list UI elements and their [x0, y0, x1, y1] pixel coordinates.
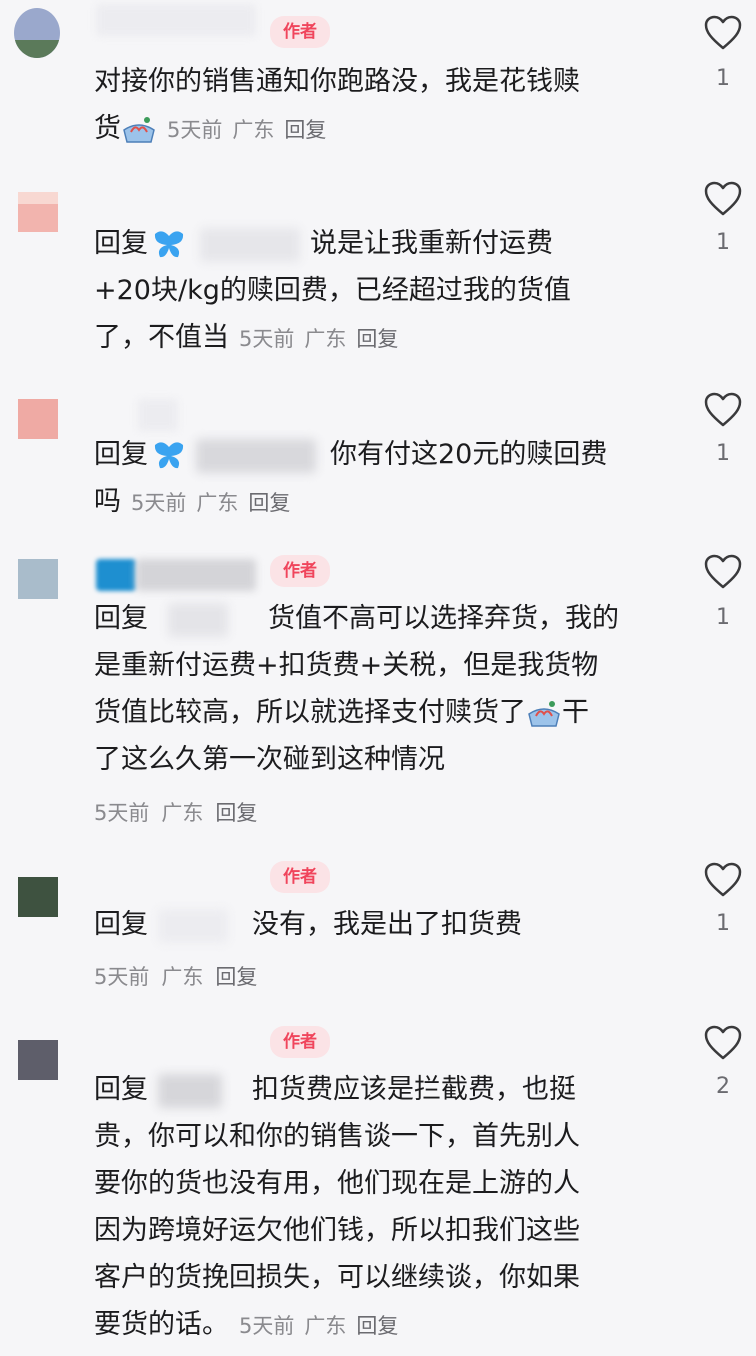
- mentioned-username[interactable]: [200, 227, 300, 262]
- avatar[interactable]: [14, 8, 60, 58]
- mentioned-username[interactable]: [158, 908, 228, 943]
- like-count: 1: [716, 441, 730, 466]
- comment-4: 作者 回复 货值不高可以选择弃货，我的 是重新付运费+扣货费+关税，但是我货物 货…: [0, 545, 756, 855]
- reply-link[interactable]: 回复: [248, 491, 290, 515]
- location: 广东: [304, 1314, 347, 1338]
- like-heart-icon[interactable]: [703, 1024, 743, 1062]
- timestamp: 5天前: [94, 801, 150, 825]
- comment-5: 作者 回复 没有，我是出了扣货费 5天前 广东 回复 1: [0, 855, 756, 1020]
- reply-link[interactable]: 回复: [215, 801, 257, 825]
- avatar[interactable]: [18, 559, 58, 599]
- reply-prefix: 回复: [94, 909, 148, 940]
- reply-prefix: 回复: [94, 228, 148, 259]
- reply-prefix: 回复: [94, 439, 148, 470]
- comment-text: 对接你的销售通知你跑路没，我是花钱赎 货 5天前 广东 回复: [94, 66, 580, 144]
- comment-2: 回复 说是让我重新付运费 +20块/kg的赎回费，已经超过我的货值 了，不值当 5天…: [0, 170, 756, 385]
- location: 广东: [161, 801, 204, 825]
- mentioned-username[interactable]: [158, 1073, 222, 1108]
- username[interactable]: [138, 399, 178, 431]
- location: 广东: [161, 965, 204, 989]
- timestamp: 5天前: [167, 118, 223, 142]
- reply-link[interactable]: 回复: [356, 1314, 398, 1338]
- author-badge: 作者: [270, 861, 330, 893]
- like-count: 1: [716, 911, 730, 936]
- comment-meta: 5天前 广东 回复: [94, 797, 269, 827]
- comment-text: 回复 说是让我重新付运费 +20块/kg的赎回费，已经超过我的货值 了，不值当 5天…: [94, 227, 571, 353]
- comment-text: 回复 没有，我是出了扣货费: [94, 901, 674, 948]
- like-heart-icon[interactable]: [703, 180, 743, 218]
- mentioned-username[interactable]: [168, 602, 228, 637]
- location: 广东: [304, 327, 347, 351]
- comment-6: 作者 回复 扣货费应该是拦截费，也挺 贵，你可以和你的销售谈一下，首先别人 要你的…: [0, 1020, 756, 1356]
- lobster-pot-emoji-icon: [123, 116, 155, 143]
- lobster-pot-emoji-icon: [528, 700, 560, 727]
- timestamp: 5天前: [239, 327, 295, 351]
- location: 广东: [196, 491, 239, 515]
- comment-text: 回复 货值不高可以选择弃货，我的 是重新付运费+扣货费+关税，但是我货物 货值比较…: [94, 602, 619, 775]
- like-count: 1: [716, 605, 730, 630]
- username[interactable]: [96, 559, 256, 591]
- reply-prefix: 回复: [94, 1074, 148, 1105]
- location: 广东: [232, 118, 275, 142]
- comment-1: 作者 对接你的销售通知你跑路没，我是花钱赎 货 5天前 广东 回复 1: [0, 0, 756, 170]
- reply-prefix: 回复: [94, 603, 148, 634]
- butterfly-icon: [154, 230, 184, 257]
- like-count: 1: [716, 66, 730, 91]
- like-heart-icon[interactable]: [703, 861, 743, 899]
- like-heart-icon[interactable]: [703, 14, 743, 52]
- timestamp: 5天前: [94, 965, 150, 989]
- avatar[interactable]: [18, 399, 58, 439]
- timestamp: 5天前: [239, 1314, 295, 1338]
- reply-link[interactable]: 回复: [215, 965, 257, 989]
- username[interactable]: [96, 4, 256, 36]
- comment-3: 回复 你有付这20元的赎回费 吗 5天前 广东 回复 1: [0, 385, 756, 545]
- like-count: 2: [716, 1074, 730, 1099]
- reply-link[interactable]: 回复: [356, 327, 398, 351]
- author-badge: 作者: [270, 16, 330, 48]
- comment-meta: 5天前 广东 回复: [94, 961, 269, 991]
- avatar[interactable]: [18, 192, 58, 232]
- like-heart-icon[interactable]: [703, 553, 743, 591]
- comment-text: 回复 你有付这20元的赎回费 吗 5天前 广东 回复: [94, 438, 608, 517]
- like-count: 1: [716, 230, 730, 255]
- avatar[interactable]: [18, 1040, 58, 1080]
- timestamp: 5天前: [131, 491, 187, 515]
- butterfly-icon: [154, 441, 184, 468]
- author-badge: 作者: [270, 555, 330, 587]
- reply-link[interactable]: 回复: [284, 118, 326, 142]
- mentioned-username[interactable]: [196, 438, 316, 473]
- like-heart-icon[interactable]: [703, 391, 743, 429]
- avatar[interactable]: [18, 877, 58, 917]
- author-badge: 作者: [270, 1026, 330, 1058]
- comment-text: 回复 扣货费应该是拦截费，也挺 贵，你可以和你的销售谈一下，首先别人 要你的货也没…: [94, 1073, 580, 1340]
